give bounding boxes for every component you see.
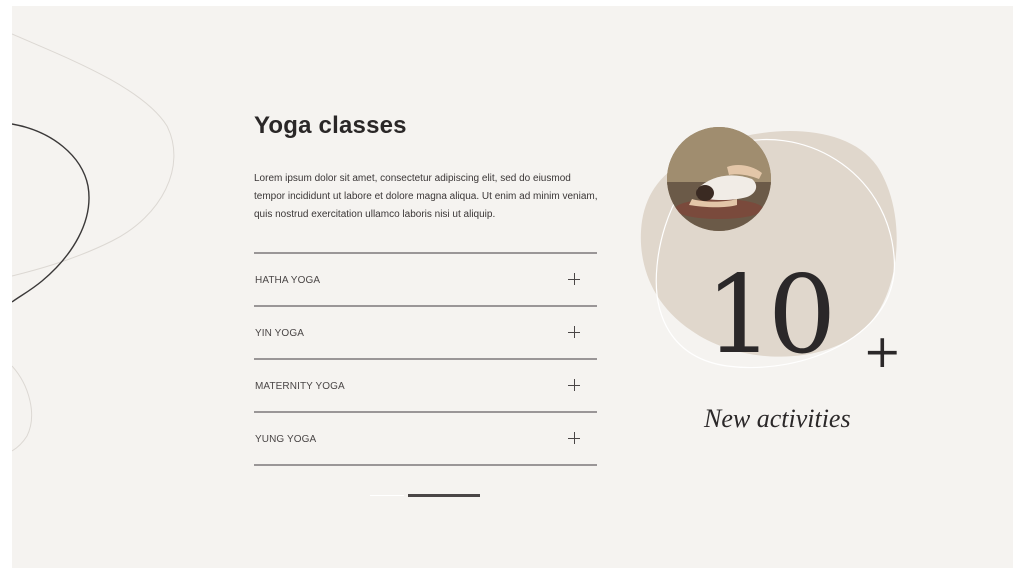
yoga-photo [667,127,771,231]
stat-caption: New activities [704,404,851,433]
stat-number: 10 [705,253,836,378]
plus-icon[interactable] [568,326,580,338]
accordion-item-label: YUNG YOGA [255,434,317,445]
section-title: Yoga classes [254,112,407,139]
slider-dot-2-active[interactable] [408,494,480,497]
stat-suffix: + [863,324,902,378]
plus-icon[interactable] [568,432,580,444]
accordion-item-yin-yoga[interactable]: YIN YOGA [254,307,597,360]
slider-pagination [370,494,480,498]
yoga-section: Yoga classes Lorem ipsum dolor sit amet,… [12,6,1013,568]
plus-icon[interactable] [568,379,580,391]
slider-dot-1[interactable] [370,495,404,496]
accordion-item-label: YIN YOGA [255,328,304,339]
accordion-item-hatha-yoga[interactable]: HATHA YOGA [254,254,597,307]
accordion-item-label: HATHA YOGA [255,275,321,286]
decorative-lines [12,33,175,452]
classes-accordion: HATHA YOGA YIN YOGA MATERNITY YOGA YUNG … [254,252,597,466]
plus-icon[interactable] [568,273,580,285]
section-description: Lorem ipsum dolor sit amet, consectetur … [254,173,598,220]
accordion-item-label: MATERNITY YOGA [255,381,345,392]
accordion-item-yung-yoga[interactable]: YUNG YOGA [254,413,597,466]
accordion-item-maternity-yoga[interactable]: MATERNITY YOGA [254,360,597,413]
